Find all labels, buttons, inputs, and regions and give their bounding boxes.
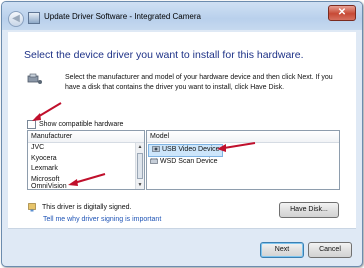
- next-button[interactable]: Next: [260, 242, 304, 258]
- signed-driver-row: This driver is digitally signed.: [28, 203, 131, 212]
- hardware-icon: [27, 73, 42, 84]
- annotation-arrow-icon: [68, 173, 106, 186]
- scanner-device-icon: [150, 157, 158, 164]
- manufacturer-scrollbar[interactable]: ▲ ▼: [135, 143, 144, 189]
- annotation-arrow-icon: [217, 142, 256, 152]
- signed-driver-text: This driver is digitally signed.: [42, 204, 132, 211]
- model-item-usb-video-device[interactable]: USB Video Device: [148, 144, 224, 157]
- instructions-text: Select the manufacturer and model of you…: [65, 74, 333, 91]
- model-item-label: WSD Scan Device: [160, 157, 218, 165]
- have-disk-button[interactable]: Have Disk...: [279, 202, 339, 218]
- manufacturer-item[interactable]: Kyocera: [28, 154, 144, 165]
- wizard-content: Select the device driver you want to ins…: [8, 32, 356, 228]
- window-title: Update Driver Software - Integrated Came…: [44, 12, 201, 21]
- device-manager-icon: [28, 12, 40, 24]
- camera-device-icon: [152, 146, 160, 152]
- back-button[interactable]: ◀: [8, 11, 24, 27]
- model-item-label: USB Video Device: [162, 146, 220, 153]
- cancel-button[interactable]: Cancel: [308, 242, 352, 258]
- scroll-down-icon[interactable]: ▼: [136, 181, 144, 189]
- manufacturer-item[interactable]: JVC: [28, 143, 144, 154]
- footer-divider: [8, 228, 356, 229]
- page-heading: Select the device driver you want to ins…: [24, 49, 304, 61]
- signed-driver-icon: [28, 203, 36, 212]
- scroll-up-icon[interactable]: ▲: [136, 143, 144, 151]
- model-list[interactable]: Model USB Video Device WSD Scan Device: [146, 130, 340, 190]
- driver-signing-link[interactable]: Tell me why driver signing is important: [43, 216, 161, 223]
- model-item-wsd-scan-device[interactable]: WSD Scan Device: [147, 157, 339, 168]
- manufacturer-header: Manufacturer: [28, 131, 144, 143]
- annotation-arrow-icon: [32, 102, 62, 121]
- dialog-window: ◀ Update Driver Software - Integrated Ca…: [1, 1, 363, 267]
- title-bar: ◀ Update Driver Software - Integrated Ca…: [2, 2, 362, 30]
- scroll-thumb[interactable]: [137, 153, 143, 179]
- close-button[interactable]: ✕: [328, 5, 356, 21]
